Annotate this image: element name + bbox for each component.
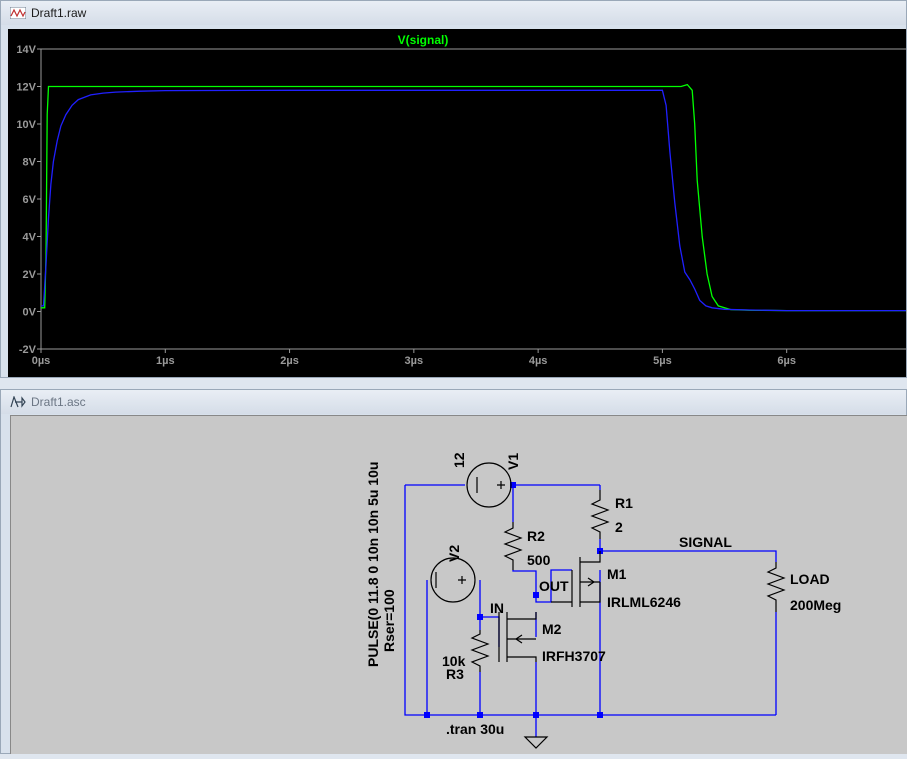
- schematic-canvas[interactable]: 12 V1 V2 PULSE(0 11.8 0 10n 10n 5u 10u R…: [10, 415, 907, 754]
- m1-name[interactable]: M1: [607, 566, 627, 582]
- v2-source[interactable]: [430, 557, 476, 603]
- y-tick-label[interactable]: 10V: [16, 119, 36, 131]
- r1-value[interactable]: 2: [615, 519, 623, 535]
- y-tick-label[interactable]: 0V: [23, 307, 37, 319]
- r2-resistor[interactable]: [503, 522, 523, 570]
- net-label-out[interactable]: OUT: [539, 578, 569, 594]
- y-tick-label[interactable]: 8V: [23, 157, 37, 169]
- wires: [404, 484, 777, 737]
- trace-label[interactable]: V(signal): [398, 33, 449, 47]
- y-tick-label[interactable]: 14V: [16, 44, 36, 56]
- waveform-window-titlebar[interactable]: Draft1.raw: [1, 1, 906, 25]
- m1-value[interactable]: IRLML6246: [607, 594, 681, 610]
- x-tick-label[interactable]: 0µs: [32, 355, 51, 367]
- m2-mosfet[interactable]: [498, 612, 537, 662]
- v1-name[interactable]: V1: [505, 453, 521, 470]
- r2-value[interactable]: 500: [527, 552, 551, 568]
- v2-name[interactable]: V2: [446, 545, 462, 562]
- x-tick-label[interactable]: 2µs: [280, 355, 299, 367]
- y-tick-label[interactable]: 12V: [16, 82, 36, 94]
- load-resistor[interactable]: [766, 562, 786, 612]
- x-tick-label[interactable]: 4µs: [529, 355, 548, 367]
- plot-pane[interactable]: 14V 12V 10V 8V 6V 4V 2V 0V -2V 0µs 1µs 2µs 3µs 4µs 5µs…: [8, 29, 907, 377]
- x-tick-label[interactable]: 5µs: [653, 355, 672, 367]
- schematic-window-title: Draft1.asc: [31, 395, 86, 409]
- schematic-window[interactable]: Draft1.asc 12 V1 V2 PULSE(0 11.8 0 10n 1…: [0, 389, 907, 754]
- r3-name[interactable]: R3: [446, 666, 464, 682]
- r3-resistor[interactable]: [470, 630, 490, 672]
- schematic-icon: [10, 396, 26, 408]
- v2-rser[interactable]: Rser=100: [381, 589, 397, 652]
- y-tick-label[interactable]: 6V: [23, 194, 37, 206]
- load-value[interactable]: 200Meg: [790, 597, 841, 613]
- load-name[interactable]: LOAD: [790, 571, 830, 587]
- y-tick-label[interactable]: 4V: [23, 232, 37, 244]
- plot-frame: [40, 48, 907, 350]
- schematic-window-titlebar[interactable]: Draft1.asc: [1, 390, 906, 414]
- waveform-icon: [10, 7, 26, 19]
- net-label-signal[interactable]: SIGNAL: [679, 534, 732, 550]
- x-tick-label[interactable]: 1µs: [156, 355, 175, 367]
- m2-name[interactable]: M2: [542, 621, 562, 637]
- x-tick-label[interactable]: 3µs: [405, 355, 424, 367]
- m2-value[interactable]: IRFH3707: [542, 648, 606, 664]
- waveform-window[interactable]: Draft1.raw 14V 12V 10V 8V 6V 4V 2V 0V -2V 0µs 1µs 2…: [0, 0, 907, 378]
- y-tick-label[interactable]: 2V: [23, 269, 37, 281]
- net-label-in[interactable]: IN: [490, 600, 504, 616]
- r1-resistor[interactable]: [590, 490, 610, 539]
- r2-name[interactable]: R2: [527, 528, 545, 544]
- waveform-plot[interactable]: 14V12V10V8V6V4V2V0V-2V0µs 1µs 2µs 3µs 4µs 5µs…: [8, 29, 907, 377]
- v2-value[interactable]: PULSE(0 11.8 0 10n 10n 5u 10u: [365, 462, 381, 667]
- trace-signal[interactable]: [41, 83, 906, 312]
- wire-top[interactable]: [405, 484, 601, 522]
- waveform-window-title: Draft1.raw: [31, 6, 87, 20]
- ground-symbol[interactable]: [523, 736, 549, 749]
- r1-name[interactable]: R1: [615, 495, 633, 511]
- x-tick-label[interactable]: 6µs: [777, 355, 796, 367]
- v1-value[interactable]: 12: [451, 452, 467, 468]
- spice-directive[interactable]: .tran 30u: [446, 721, 504, 737]
- trace-secondary[interactable]: [41, 89, 906, 312]
- schematic-drawing[interactable]: 12 V1 V2 PULSE(0 11.8 0 10n 10n 5u 10u R…: [11, 416, 907, 754]
